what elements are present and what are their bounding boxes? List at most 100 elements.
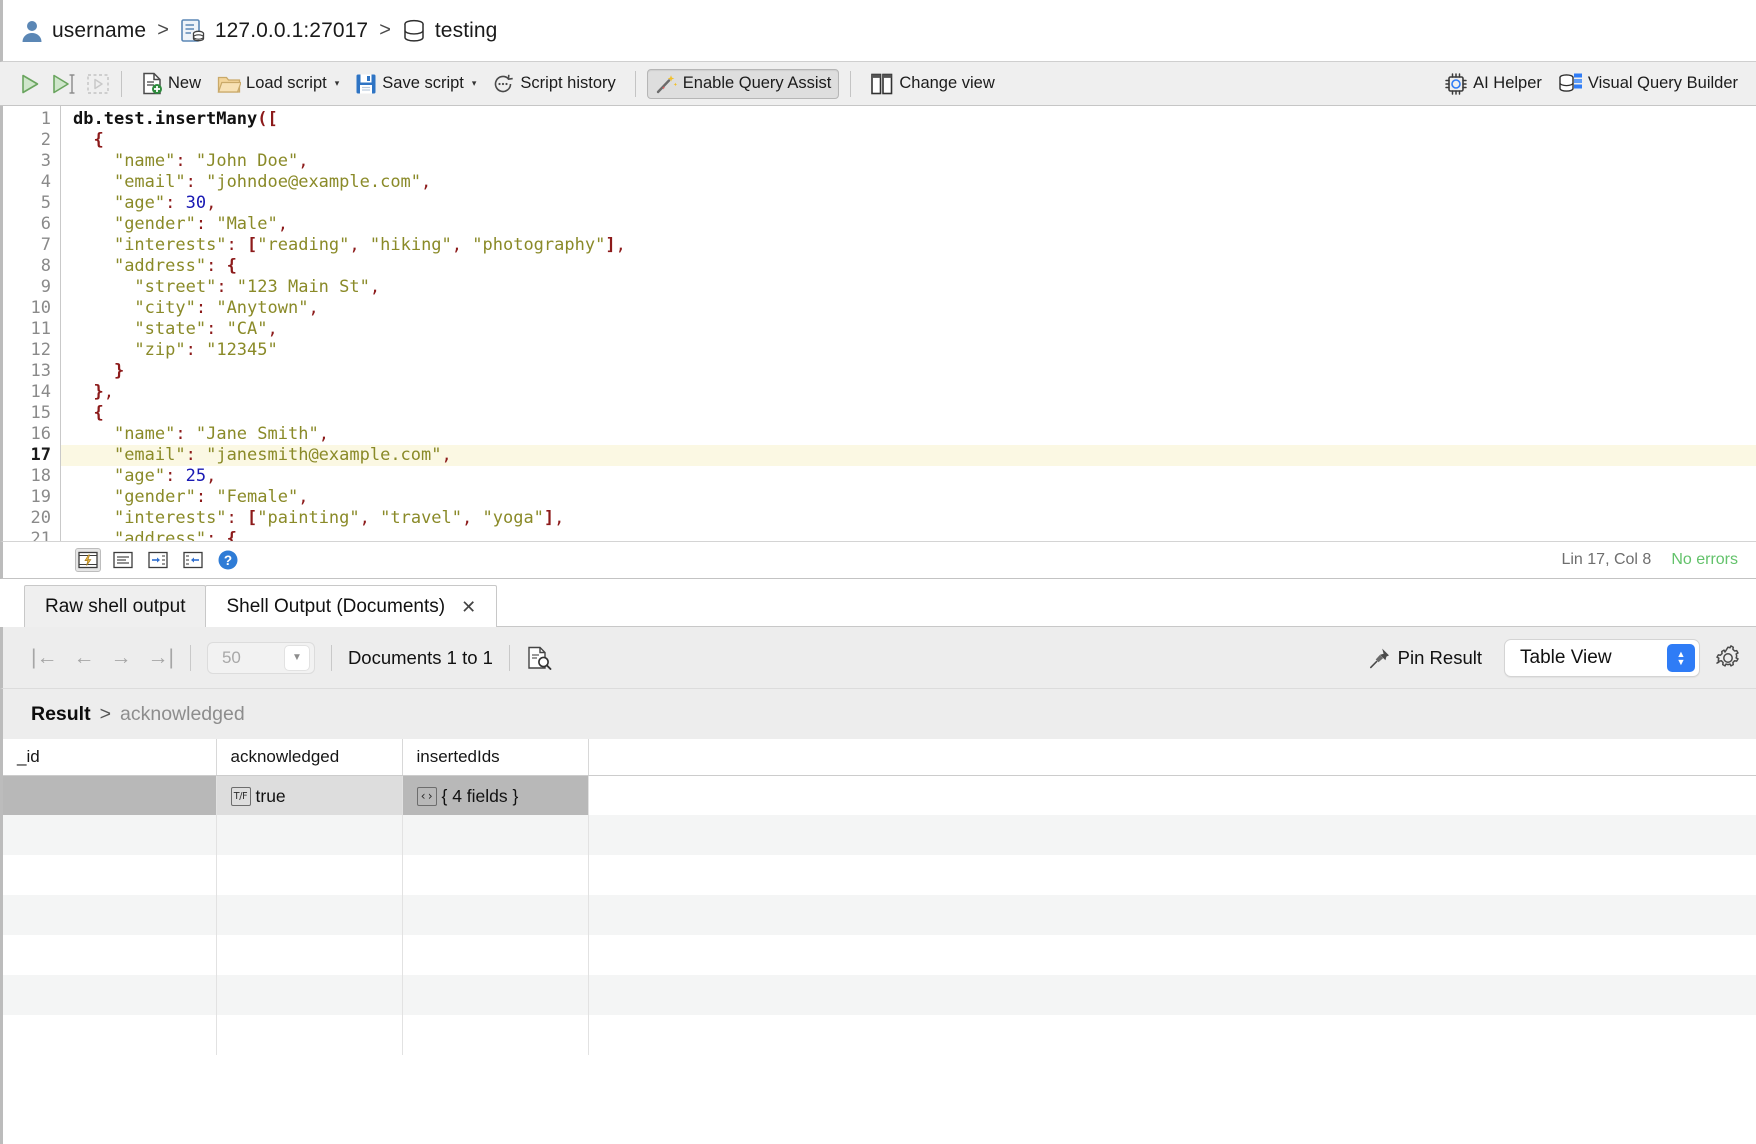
editor-code-line[interactable]: "interests": ["reading", "hiking", "phot…: [61, 235, 1756, 256]
editor-code-line[interactable]: "gender": "Female",: [61, 487, 1756, 508]
editor-code-line[interactable]: "name": "John Doe",: [61, 151, 1756, 172]
result-table-area[interactable]: _idacknowledgedinsertedIds T/Ftrue ‹›{ 4 …: [0, 739, 1756, 1144]
editor-code-line[interactable]: db.test.insertMany([: [61, 109, 1756, 130]
editor-status-bar: ? Lin 17, Col 8 No errors: [0, 541, 1756, 579]
load-script-button[interactable]: Load script ▾: [209, 69, 347, 99]
editor-code-line[interactable]: "street": "123 Main St",: [61, 277, 1756, 298]
result-breadcrumb: Result > acknowledged: [0, 689, 1756, 739]
view-mode-select[interactable]: Table View ▲▼: [1504, 639, 1700, 677]
editor-code-line[interactable]: "email": "janesmith@example.com",: [61, 445, 1756, 466]
run-play-icon[interactable]: [18, 72, 42, 96]
chevron-down-icon-pagesize[interactable]: ▼: [284, 645, 310, 671]
save-script-label: Save script: [382, 74, 464, 93]
document-search-icon[interactable]: [526, 645, 552, 671]
breadcrumb-database[interactable]: testing: [402, 18, 498, 44]
script-history-button[interactable]: Script history: [484, 69, 623, 99]
table-cell-empty: [588, 935, 1756, 975]
cell-content: ‹›{ 4 fields }: [417, 786, 519, 807]
pin-result-button[interactable]: Pin Result: [1369, 647, 1482, 669]
editor-code-line[interactable]: "address": {: [61, 256, 1756, 277]
table-row-empty[interactable]: [3, 855, 1756, 895]
code-token: ,: [206, 193, 216, 213]
close-icon[interactable]: ✕: [461, 598, 476, 616]
save-script-button[interactable]: Save script ▾: [347, 69, 484, 99]
nav-prev-icon[interactable]: ←: [73, 646, 94, 670]
code-token: "Jane Smith": [196, 424, 319, 444]
table-row-empty[interactable]: [3, 815, 1756, 855]
help-question-icon[interactable]: ?: [215, 548, 241, 572]
script-editor[interactable]: 123456789101112131415161718192021 db.tes…: [0, 106, 1756, 541]
code-token: [73, 529, 114, 541]
table-row-empty[interactable]: [3, 895, 1756, 935]
editor-code-line[interactable]: "address": {: [61, 529, 1756, 541]
gear-icon[interactable]: [1714, 644, 1742, 672]
editor-code-line[interactable]: "email": "johndoe@example.com",: [61, 172, 1756, 193]
change-view-button[interactable]: Change view: [862, 69, 1002, 99]
editor-code-line[interactable]: "age": 30,: [61, 193, 1756, 214]
tab-raw-shell-output[interactable]: Raw shell output: [24, 585, 206, 627]
nav-first-icon[interactable]: |←: [31, 646, 57, 670]
breadcrumb-server[interactable]: 127.0.0.1:27017: [180, 18, 368, 44]
table-column-header[interactable]: _id: [3, 739, 216, 775]
result-breadcrumb-field[interactable]: acknowledged: [120, 703, 245, 726]
nav-next-icon[interactable]: →: [110, 646, 131, 670]
page-size-select[interactable]: 50 ▼: [207, 642, 315, 674]
table-cell-empty: [588, 1015, 1756, 1055]
editor-code-area[interactable]: db.test.insertMany([ { "name": "John Doe…: [61, 106, 1756, 541]
editor-line-number: 4: [3, 172, 60, 193]
table-cell[interactable]: T/Ftrue: [216, 775, 402, 815]
new-script-button[interactable]: New: [133, 69, 209, 99]
result-toolbar-divider-1: [190, 645, 191, 671]
editor-line-number: 19: [3, 487, 60, 508]
table-row-empty[interactable]: [3, 1015, 1756, 1055]
editor-code-line[interactable]: },: [61, 382, 1756, 403]
table-row-empty[interactable]: [3, 975, 1756, 1015]
document-count-label: Documents 1 to 1: [348, 647, 493, 669]
chevron-down-icon-save[interactable]: ▾: [472, 79, 477, 88]
editor-code-line[interactable]: "name": "Jane Smith",: [61, 424, 1756, 445]
table-cell-empty: [216, 1015, 402, 1055]
editor-line-number: 12: [3, 340, 60, 361]
visual-query-builder-icon: [1558, 72, 1583, 95]
code-token: [73, 361, 114, 381]
table-cell[interactable]: ‹›{ 4 fields }: [402, 775, 588, 815]
code-token: :: [196, 298, 216, 318]
code-token: :: [206, 529, 226, 541]
enable-query-assist-button[interactable]: Enable Query Assist: [647, 69, 840, 99]
run-selection-icon[interactable]: [51, 72, 77, 96]
result-breadcrumb-root[interactable]: Result: [31, 703, 91, 726]
table-column-header[interactable]: acknowledged: [216, 739, 402, 775]
change-view-icon: [870, 73, 894, 95]
editor-code-line[interactable]: "interests": ["painting", "travel", "yog…: [61, 508, 1756, 529]
indent-left-icon[interactable]: [180, 548, 206, 572]
editor-code-line[interactable]: "gender": "Male",: [61, 214, 1756, 235]
code-token: ,: [104, 382, 114, 402]
nav-last-icon[interactable]: →|: [147, 646, 173, 670]
auto-format-lightning-icon[interactable]: [75, 548, 101, 572]
code-token: [73, 151, 114, 171]
code-token: [73, 508, 114, 528]
table-row-empty[interactable]: [3, 935, 1756, 975]
tab-shell-output-documents[interactable]: Shell Output (Documents) ✕: [205, 585, 497, 627]
ai-helper-button[interactable]: AI Helper: [1436, 69, 1550, 99]
visual-query-builder-button[interactable]: Visual Query Builder: [1550, 69, 1746, 99]
breadcrumb-user[interactable]: username: [21, 19, 146, 43]
editor-code-line[interactable]: "state": "CA",: [61, 319, 1756, 340]
indent-right-icon[interactable]: [145, 548, 171, 572]
table-cell[interactable]: [3, 775, 216, 815]
chevron-up-down-icon[interactable]: ▲▼: [1667, 644, 1695, 672]
editor-code-line[interactable]: {: [61, 130, 1756, 151]
chevron-down-icon[interactable]: ▾: [335, 79, 340, 88]
code-token: "painting": [257, 508, 359, 528]
editor-code-line[interactable]: "city": "Anytown",: [61, 298, 1756, 319]
cell-value: { 4 fields }: [442, 786, 519, 807]
editor-code-line[interactable]: {: [61, 403, 1756, 424]
editor-code-line[interactable]: "zip": "12345": [61, 340, 1756, 361]
table-column-header[interactable]: insertedIds: [402, 739, 588, 775]
format-lines-icon[interactable]: [110, 548, 136, 572]
output-panel: Raw shell output Shell Output (Documents…: [0, 579, 1756, 1144]
editor-code-line[interactable]: }: [61, 361, 1756, 382]
editor-code-line[interactable]: "age": 25,: [61, 466, 1756, 487]
table-row[interactable]: T/Ftrue ‹›{ 4 fields }: [3, 775, 1756, 815]
code-token: "Male": [216, 214, 277, 234]
